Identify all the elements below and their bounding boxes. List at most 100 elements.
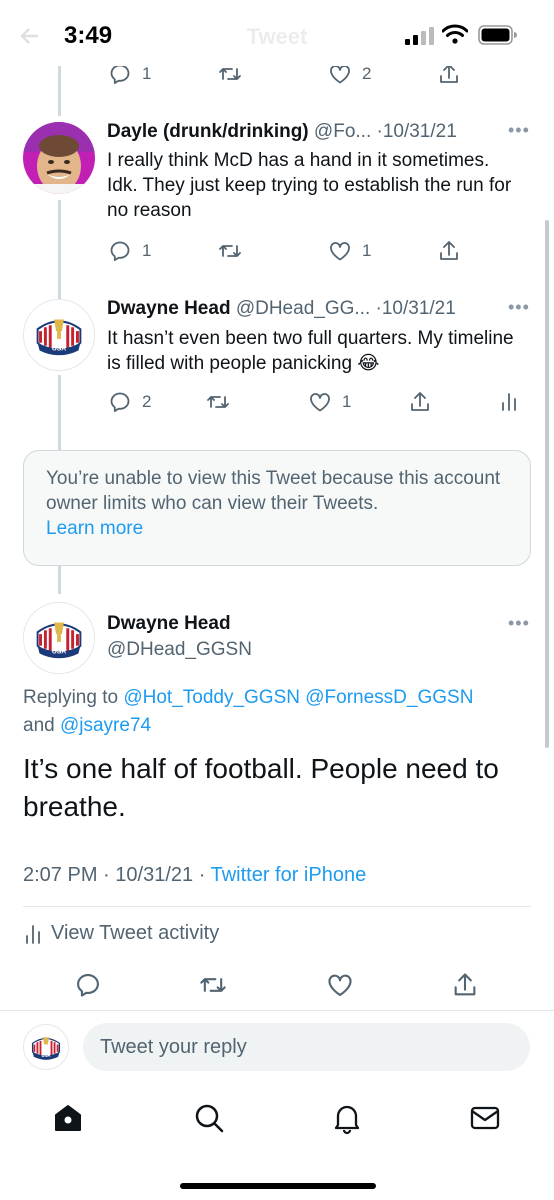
- tweet-header: Dwayne Head @DHead_GG... ·10/31/21: [107, 298, 456, 320]
- mention-link[interactable]: @FornessD_GGSN: [305, 687, 473, 708]
- tweet-text: I really think McD has a hand in it some…: [107, 150, 512, 221]
- view-tweet-activity-button[interactable]: View Tweet activity: [23, 922, 219, 945]
- cellular-signal-icon: [405, 27, 434, 45]
- heart-icon: [330, 242, 350, 261]
- tweet-date: ·10/31/21: [376, 121, 457, 142]
- tweet-header: Dayle (drunk/drinking) @Fo... ·10/31/21: [107, 121, 457, 143]
- like-count: 1: [362, 241, 372, 260]
- tweet-analytics-button[interactable]: [497, 387, 521, 417]
- avatar-image: USA 2020: [24, 603, 94, 673]
- tweet-actions: 2 1: [0, 387, 554, 417]
- tab-home[interactable]: [50, 1100, 86, 1136]
- tab-search[interactable]: [191, 1100, 227, 1136]
- meta-separator: ·: [198, 864, 206, 886]
- tweet-source-link[interactable]: Twitter for iPhone: [211, 864, 367, 886]
- share-icon: [411, 392, 429, 411]
- share-button[interactable]: [437, 236, 461, 266]
- battery-icon: [478, 25, 517, 45]
- tab-bar: [0, 1080, 554, 1200]
- notice-text: You’re unable to view this Tweet because…: [46, 468, 501, 514]
- tweet-actions: 1 1: [0, 236, 554, 266]
- reply-button[interactable]: 2: [108, 387, 151, 417]
- avatar-badge-year: 2020: [55, 353, 64, 358]
- replying-prefix: Replying to: [23, 687, 119, 708]
- reply-input[interactable]: [83, 1023, 530, 1071]
- home-icon: [55, 1105, 81, 1131]
- home-indicator[interactable]: [180, 1183, 376, 1189]
- retweet-icon: [219, 245, 241, 257]
- more-options-button[interactable]: •••: [508, 297, 530, 318]
- wifi-icon: [442, 24, 468, 44]
- avatar-badge-text: USA: [41, 1053, 50, 1058]
- tweet-text: It hasn’t even been two full quarters. M…: [107, 328, 514, 374]
- reply-count: 1: [142, 241, 152, 260]
- mention-link[interactable]: @jsayre74: [60, 715, 151, 736]
- divider: [23, 906, 531, 907]
- avatar[interactable]: USA 2020: [23, 299, 95, 371]
- heart-icon: [310, 393, 330, 412]
- scrollbar[interactable]: [545, 220, 549, 748]
- tab-messages[interactable]: [467, 1100, 503, 1136]
- retweet-button[interactable]: [206, 387, 230, 417]
- tweet-date: 10/31/21: [115, 864, 194, 886]
- like-button[interactable]: [326, 970, 354, 1000]
- display-name[interactable]: Dwayne Head: [107, 298, 231, 319]
- activity-label: View Tweet activity: [51, 922, 220, 944]
- limited-tweet-notice: You’re unable to view this Tweet because…: [23, 450, 531, 566]
- retweet-button[interactable]: [199, 970, 227, 1000]
- analytics-icon: [502, 393, 516, 411]
- replying-to: Replying to @Hot_Toddy_GGSN @FornessD_GG…: [23, 684, 523, 740]
- reply-icon: [110, 241, 130, 261]
- more-options-button[interactable]: •••: [508, 613, 530, 634]
- tab-notifications[interactable]: [329, 1100, 365, 1136]
- display-name[interactable]: Dwayne Head: [107, 613, 231, 635]
- avatar[interactable]: [23, 122, 95, 194]
- tweet-time: 2:07 PM: [23, 864, 98, 886]
- main-tweet-actions: [0, 970, 554, 1002]
- handle[interactable]: @DHead_GG...: [236, 298, 370, 319]
- avatar: USA: [23, 1024, 69, 1070]
- retweet-icon: [207, 396, 229, 408]
- reply-icon: [110, 392, 130, 412]
- reply-button[interactable]: 1: [108, 236, 151, 266]
- status-time: 3:49: [64, 22, 113, 49]
- reply-button[interactable]: [74, 970, 102, 1000]
- main-tweet-text: It’s one half of football. People need t…: [23, 753, 499, 822]
- like-button[interactable]: 1: [328, 236, 371, 266]
- avatar-image: USA: [24, 1025, 68, 1069]
- bell-icon: [334, 1105, 360, 1135]
- learn-more-link[interactable]: Learn more: [46, 518, 143, 539]
- mail-icon: [470, 1106, 500, 1130]
- share-button[interactable]: [408, 387, 432, 417]
- thread-line: [58, 566, 61, 594]
- reply-count: 1: [142, 64, 152, 83]
- reply-count: 2: [142, 392, 152, 411]
- display-name[interactable]: Dayle (drunk/drinking): [107, 121, 309, 142]
- share-button[interactable]: [451, 970, 479, 1000]
- avatar-image: USA 2020: [24, 300, 94, 370]
- share-icon: [440, 241, 458, 260]
- tweet-meta: 2:07 PM · 10/31/21 · Twitter for iPhone: [23, 864, 366, 887]
- like-count: 1: [342, 392, 352, 411]
- more-options-button[interactable]: •••: [508, 120, 530, 141]
- mention-link[interactable]: @Hot_Toddy_GGSN: [123, 687, 300, 708]
- like-count: 2: [362, 64, 372, 83]
- reply-bar: USA: [0, 1010, 554, 1080]
- meta-separator: ·: [103, 864, 110, 886]
- avatar[interactable]: USA 2020: [23, 602, 95, 674]
- handle[interactable]: @DHead_GGSN: [107, 639, 252, 661]
- status-bar: Tweet 3:49: [0, 0, 554, 66]
- tweet-date: ·10/31/21: [375, 298, 456, 319]
- avatar-badge-text: USA: [52, 649, 66, 656]
- analytics-icon: [26, 924, 40, 944]
- retweet-button[interactable]: [218, 236, 242, 266]
- search-icon: [195, 1104, 224, 1133]
- like-button[interactable]: 1: [308, 387, 351, 417]
- reply-icon: [77, 974, 99, 997]
- avatar-badge-text: USA: [52, 346, 66, 353]
- avatar-badge-year: 2020: [55, 656, 64, 661]
- share-icon: [454, 973, 476, 996]
- avatar-image: [23, 122, 95, 194]
- handle[interactable]: @Fo...: [314, 121, 371, 142]
- replying-and: and: [23, 715, 55, 736]
